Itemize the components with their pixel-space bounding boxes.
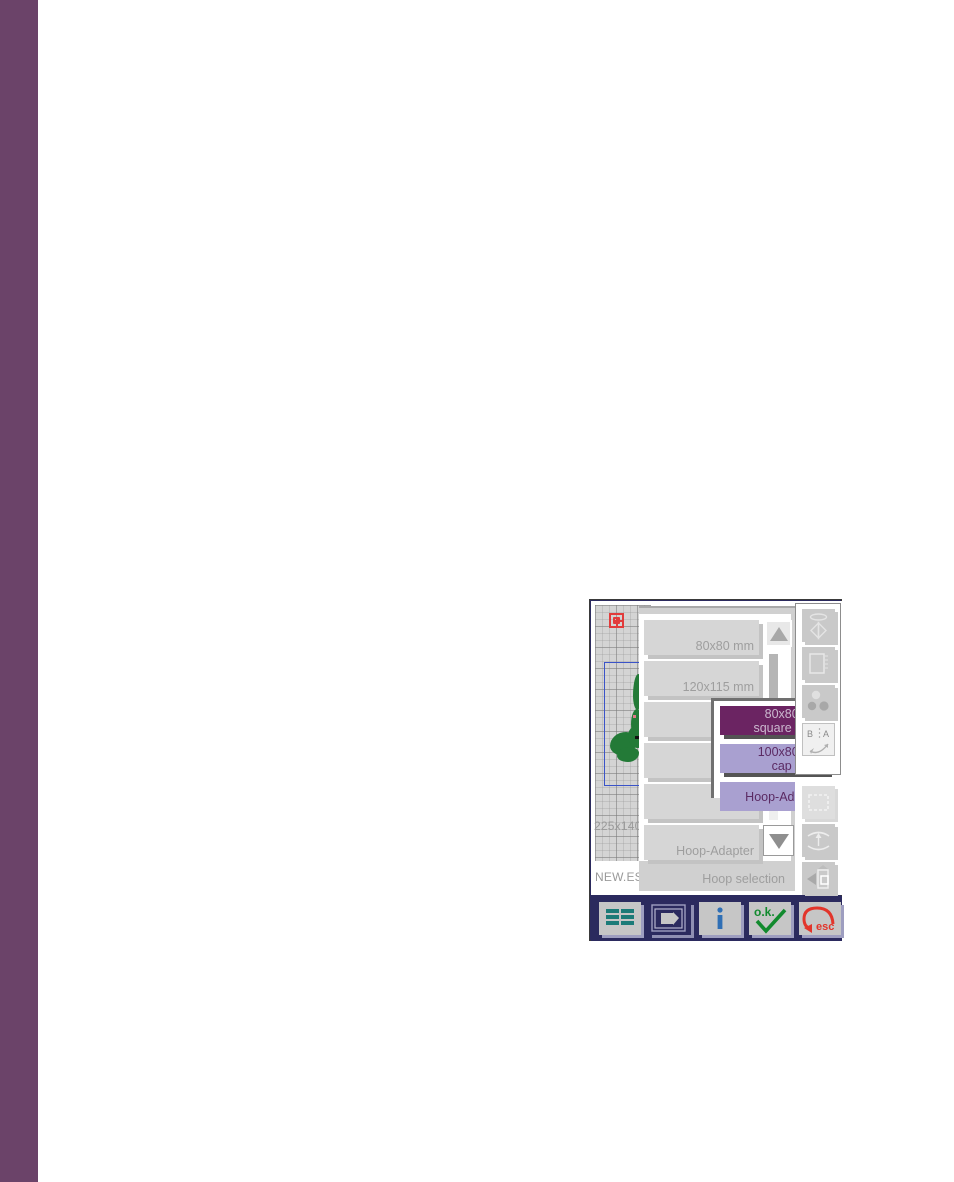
page-left-strip bbox=[0, 0, 38, 1182]
dashed-frame-icon bbox=[807, 794, 829, 811]
bottom-toolbar: o.k. esc bbox=[591, 896, 842, 941]
triangle-down-icon bbox=[769, 834, 789, 849]
hoop-list-item[interactable]: Hoop-Adapter bbox=[644, 825, 759, 860]
embroidery-machine-screen: 225x140 NEW.ESQ 80x80 mm 120x115 mm Hoop… bbox=[589, 599, 842, 941]
move-to-frame-button[interactable] bbox=[801, 862, 835, 895]
svg-text:esc: esc bbox=[816, 921, 834, 933]
mirror-horizontal-icon bbox=[809, 613, 827, 640]
list-grid-button[interactable] bbox=[599, 902, 641, 935]
hoop-size-label: 225x140 bbox=[594, 819, 642, 833]
resize-vertical-icon bbox=[807, 831, 829, 851]
triangle-up-icon bbox=[770, 627, 788, 641]
hoop-dialog-title: Hoop selection bbox=[702, 872, 785, 886]
scroll-up-button[interactable] bbox=[765, 620, 792, 647]
layers-stitch-icon bbox=[651, 904, 686, 932]
info-button[interactable] bbox=[699, 902, 741, 935]
svg-text:o.k.: o.k. bbox=[754, 905, 775, 919]
resize-vertical-button[interactable] bbox=[801, 824, 835, 857]
move-to-frame-icon bbox=[806, 865, 829, 889]
list-grid-icon bbox=[604, 907, 636, 930]
ok-button[interactable]: o.k. bbox=[749, 902, 791, 935]
mirror-horizontal-button[interactable] bbox=[801, 609, 835, 642]
esc-back-icon: esc bbox=[802, 906, 835, 933]
right-tool-panel-bottom bbox=[795, 781, 841, 895]
hoop-list-item[interactable]: 80x80 mm bbox=[644, 620, 759, 655]
duplicate-design-button[interactable] bbox=[801, 647, 835, 680]
color-dots-button[interactable] bbox=[801, 685, 835, 718]
esc-button[interactable]: esc bbox=[799, 902, 841, 935]
right-tool-panel-top: B A bbox=[795, 603, 841, 775]
screen-work-area: 225x140 NEW.ESQ 80x80 mm 120x115 mm Hoop… bbox=[591, 601, 842, 895]
scroll-down-button[interactable] bbox=[763, 825, 794, 856]
duplicate-design-icon bbox=[808, 653, 828, 674]
rotate-lettering-button[interactable]: B A bbox=[801, 723, 835, 756]
info-icon bbox=[717, 907, 723, 929]
color-dots-icon bbox=[807, 690, 829, 711]
design-accent-dot bbox=[633, 715, 636, 718]
hoop-selection-dialog: 80x80 mm 120x115 mm Hoop-Adapter Hoop se… bbox=[639, 606, 833, 891]
ok-check-icon: o.k. bbox=[754, 905, 787, 934]
svg-text:A: A bbox=[823, 729, 829, 739]
origin-inner-marker-icon bbox=[613, 617, 620, 624]
svg-text:B: B bbox=[807, 729, 813, 739]
dashed-frame-button[interactable] bbox=[801, 786, 835, 819]
hoop-list-item[interactable]: 120x115 mm bbox=[644, 661, 759, 696]
rotate-lettering-icon: B A bbox=[807, 728, 829, 754]
layers-stitch-button[interactable] bbox=[649, 902, 691, 935]
